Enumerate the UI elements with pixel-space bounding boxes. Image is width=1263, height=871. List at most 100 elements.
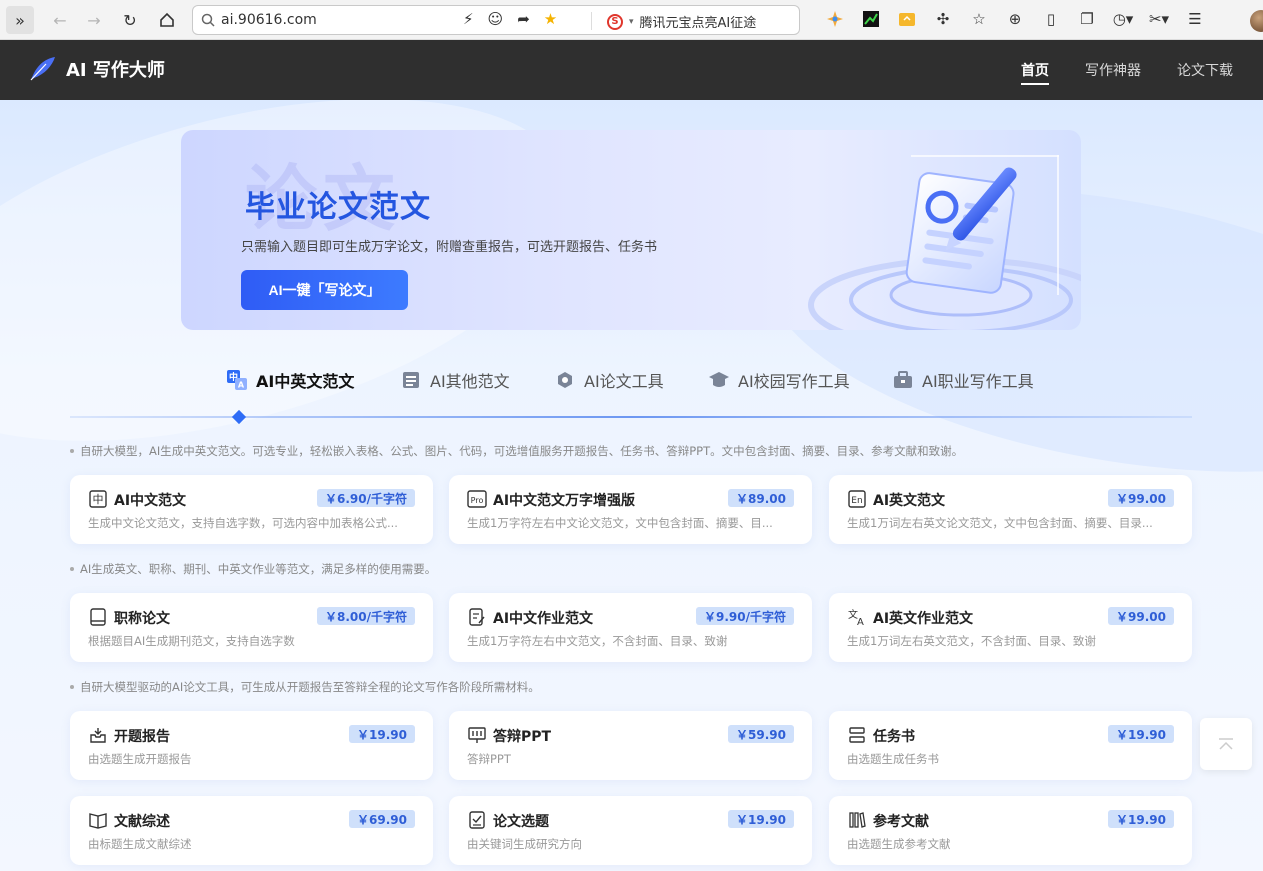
price-badge: ￥99.00 <box>1108 489 1174 507</box>
product-card[interactable]: 任务书 ￥19.90 由选题生成任务书 <box>829 711 1192 780</box>
address-bar[interactable]: ai.90616.com ⚡ ☺ ➦ ★ S ▾ 腾讯元宝点亮AI征途 <box>192 5 800 35</box>
tab-label: AI论文工具 <box>584 372 664 391</box>
tab-ai-campus[interactable]: AI校园写作工具 <box>708 368 850 392</box>
card-title: 文献综述 <box>114 814 170 830</box>
price-badge: ￥69.90 <box>349 810 415 828</box>
price-badge: ￥59.90 <box>728 725 794 743</box>
tab-label: AI职业写作工具 <box>922 372 1034 391</box>
card-description: 由选题生成参考文献 <box>847 837 951 851</box>
banner-subtitle: 只需输入题目即可生成万字论文，附赠查重报告，可选开题报告、任务书 <box>241 240 658 255</box>
home-icon[interactable] <box>153 6 181 34</box>
product-card[interactable]: 职称论文 ￥8.00/千字符 根据题目AI生成期刊范文，支持自选字数 <box>70 593 433 662</box>
price-badge: ￥19.90 <box>349 725 415 743</box>
product-card[interactable]: 参考文献 ￥19.90 由选题生成参考文献 <box>829 796 1192 865</box>
bookmark-star-icon[interactable]: ★ <box>544 10 557 28</box>
svg-text:Pro: Pro <box>471 496 484 505</box>
section-note: 自研大模型，AI生成中英文范文。可选专业，轻松嵌入表格、公式、图片、代码，可选增… <box>70 443 963 459</box>
svg-text:A: A <box>857 617 864 626</box>
copy-tabs-icon[interactable]: ❐ <box>1076 8 1098 30</box>
bullet-dot <box>70 685 74 689</box>
colorful-extension-icon[interactable] <box>824 8 846 30</box>
search-engine-selector[interactable]: S ▾ 腾讯元宝点亮AI征途 <box>607 12 756 31</box>
price-badge: ￥6.90/千字符 <box>317 489 415 507</box>
tab-ai-zh-en[interactable]: 中A AI中英文范文 <box>226 368 354 392</box>
card-title: AI中文范文万字增强版 <box>493 493 636 509</box>
phone-icon[interactable]: ▯ <box>1040 8 1062 30</box>
translate-icon: 文A <box>847 607 867 627</box>
back-to-top-button[interactable] <box>1200 718 1252 770</box>
section-note-text: AI生成英文、职称、期刊、中英文作业等范文，满足多样的使用需要。 <box>80 562 437 576</box>
card-title: 答辩PPT <box>493 729 552 745</box>
write-paper-button[interactable]: AI一键「写论文」 <box>241 270 408 310</box>
nav-item-writing-tools[interactable]: 写作神器 <box>1085 40 1141 100</box>
section-note: 自研大模型驱动的AI论文工具，可生成从开题报告至答辩全程的论文写作各阶段所需材料… <box>70 679 540 695</box>
graduation-cap-icon <box>708 369 730 391</box>
history-icon[interactable]: ◷▾ <box>1112 8 1134 30</box>
lightning-icon[interactable]: ⚡ <box>463 10 474 28</box>
forward-icon[interactable]: → <box>80 6 108 34</box>
product-card[interactable]: En AI英文范文 ￥99.00 生成1万词左右英文论文范文，文中包含封面、摘要… <box>829 475 1192 544</box>
hero-banner: 论文 毕业论文范文 只需输入题目即可生成万字论文，附赠查重报告，可选开题报告、任… <box>181 130 1081 330</box>
url-text[interactable]: ai.90616.com <box>221 12 317 28</box>
favorites-star-icon[interactable]: ☆ <box>968 8 990 30</box>
card-title: 任务书 <box>873 729 915 745</box>
card-title: 参考文献 <box>873 814 929 830</box>
card-description: 生成中文论文范文，支持自选字数，可选内容中加表格公式... <box>88 516 398 530</box>
tab-ai-career[interactable]: AI职业写作工具 <box>892 368 1034 392</box>
document-illustration-icon <box>808 155 1081 330</box>
card-title: AI中文范文 <box>114 493 187 509</box>
inbox-icon <box>88 725 108 745</box>
product-card[interactable]: Pro AI中文范文万字增强版 ￥89.00 生成1万字符左右中文论文范文，文中… <box>449 475 812 544</box>
nav-item-paper-download[interactable]: 论文下载 <box>1177 40 1233 100</box>
card-title: AI中文作业范文 <box>493 611 594 627</box>
presentation-icon <box>467 725 487 745</box>
menu-icon[interactable]: ☰ <box>1184 8 1206 30</box>
price-badge: ￥19.90 <box>1108 725 1174 743</box>
document-stack-icon <box>400 369 422 391</box>
tools-icon <box>554 369 576 391</box>
price-badge: ￥9.90/千字符 <box>696 607 794 625</box>
chevron-down-icon: ▾ <box>629 16 634 27</box>
chevron-up-icon <box>1219 738 1233 750</box>
checklist-icon <box>467 810 487 830</box>
reader-icon[interactable]: ☺ <box>488 10 504 28</box>
product-card[interactable]: AI中文作业范文 ￥9.90/千字符 生成1万字符左右中文范文，不含封面、目录、… <box>449 593 812 662</box>
download-icon[interactable]: ⊕ <box>1004 8 1026 30</box>
banner-title: 毕业论文范文 <box>245 190 431 225</box>
stock-extension-icon[interactable] <box>860 8 882 30</box>
logo-text: AI 写作大师 <box>66 60 165 81</box>
site-logo[interactable]: AI 写作大师 <box>28 54 165 84</box>
card-description: 生成1万词左右英文范文，不含封面、目录、致谢 <box>847 634 1096 648</box>
briefcase-icon <box>892 369 914 391</box>
card-description: 由选题生成开题报告 <box>88 752 192 766</box>
pro-badge-icon: Pro <box>467 489 487 509</box>
back-icon[interactable]: ← <box>46 6 74 34</box>
card-description: 生成1万字符左右中文范文，不含封面、目录、致谢 <box>467 634 728 648</box>
tab-ai-other[interactable]: AI其他范文 <box>400 368 510 392</box>
puzzle-extensions-icon[interactable]: ✣ <box>932 8 954 30</box>
card-title: AI英文作业范文 <box>873 611 974 627</box>
card-description: 由关键词生成研究方向 <box>467 837 582 851</box>
share-icon[interactable]: ➦ <box>517 10 530 28</box>
tab-ai-paper-tools[interactable]: AI论文工具 <box>554 368 664 392</box>
reload-icon[interactable]: ↻ <box>116 6 144 34</box>
product-card[interactable]: 论文选题 ￥19.90 由关键词生成研究方向 <box>449 796 812 865</box>
section-note-text: 自研大模型驱动的AI论文工具，可生成从开题报告至答辩全程的论文写作各阶段所需材料… <box>80 680 540 694</box>
profile-avatar[interactable] <box>1250 10 1263 32</box>
open-book-icon <box>88 810 108 830</box>
card-description: 生成1万词左右英文论文范文，文中包含封面、摘要、目录... <box>847 516 1153 530</box>
scissors-icon[interactable]: ✂▾ <box>1148 8 1170 30</box>
browser-toolbar: » ← → ↻ ai.90616.com ⚡ ☺ ➦ ★ S ▾ 腾讯元宝点亮A… <box>0 0 1263 40</box>
en-badge-icon: En <box>847 489 867 509</box>
product-card[interactable]: 文A AI英文作业范文 ￥99.00 生成1万词左右英文范文，不含封面、目录、致… <box>829 593 1192 662</box>
product-card[interactable]: 中 AI中文范文 ￥6.90/千字符 生成中文论文范文，支持自选字数，可选内容中… <box>70 475 433 544</box>
product-card[interactable]: 文献综述 ￥69.90 由标题生成文献综述 <box>70 796 433 865</box>
product-card[interactable]: 开题报告 ￥19.90 由选题生成开题报告 <box>70 711 433 780</box>
search-icon <box>201 13 215 27</box>
card-description: 根据题目AI生成期刊范文，支持自选字数 <box>88 634 295 648</box>
nav-item-home[interactable]: 首页 <box>1021 40 1049 100</box>
folder-extension-icon[interactable] <box>896 8 918 30</box>
sidebar-toggle-icon[interactable]: » <box>6 6 34 34</box>
product-card[interactable]: 答辩PPT ￥59.90 答辩PPT <box>449 711 812 780</box>
svg-text:中: 中 <box>93 493 104 506</box>
